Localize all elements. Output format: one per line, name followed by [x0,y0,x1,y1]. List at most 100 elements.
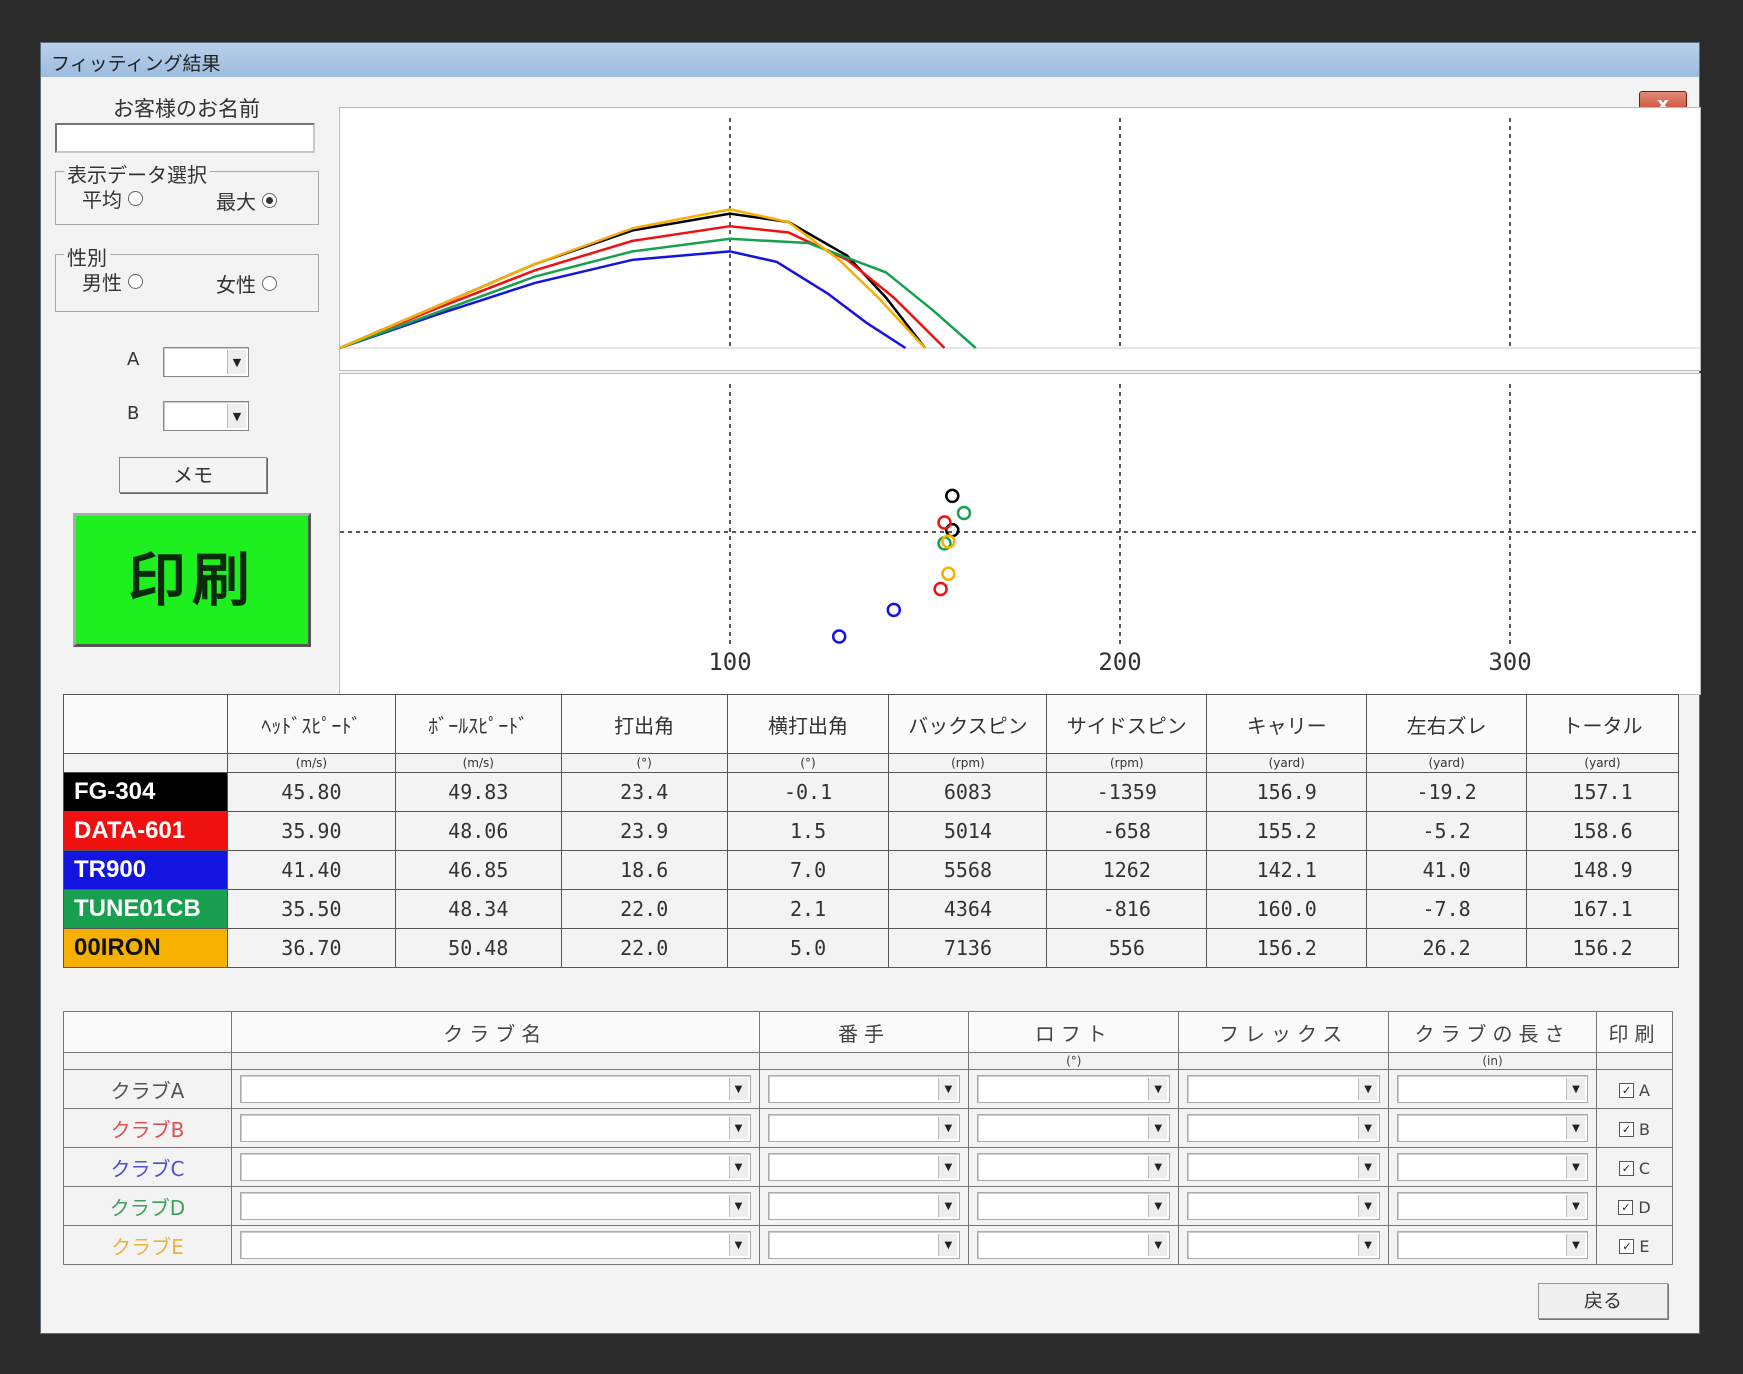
club-select-cell: ▼ [230,1069,760,1109]
radio-average[interactable]: 平均 [82,184,143,213]
club-select[interactable]: ▼ [977,1231,1171,1259]
club-select[interactable]: ▼ [1397,1192,1588,1220]
chevron-down-icon[interactable]: ▼ [1565,1156,1585,1178]
chevron-down-icon[interactable]: ▼ [1148,1078,1168,1100]
print-checkbox[interactable]: ✓ B [1618,1120,1650,1139]
stats-header: ﾎﾞｰﾙｽﾋﾟｰﾄﾞ [394,694,562,754]
stat-cell: -658 [1046,811,1208,851]
club-select[interactable]: ▼ [767,1231,961,1259]
chevron-down-icon[interactable]: ▼ [1358,1078,1378,1100]
radio-average-circle[interactable] [128,191,143,206]
club-select[interactable]: ▼ [1397,1231,1588,1259]
chevron-down-icon[interactable]: ▼ [728,1117,748,1139]
stat-cell: -1359 [1046,772,1208,812]
chevron-down-icon[interactable]: ▼ [938,1078,958,1100]
chevron-down-icon[interactable]: ▼ [728,1234,748,1256]
stats-unit: (°) [560,753,728,773]
stat-cell: 7136 [888,928,1048,968]
clubs-unit-corner [63,1052,232,1070]
print-checkbox[interactable]: ✓ A [1619,1081,1650,1100]
club-select[interactable]: ▼ [239,1153,751,1181]
stat-cell: 18.6 [560,850,728,890]
radio-male-circle[interactable] [128,274,143,289]
chevron-down-icon[interactable]: ▼ [227,350,246,374]
club-select[interactable]: ▼ [977,1153,1171,1181]
print-checkbox[interactable]: ✓ E [1619,1237,1650,1256]
radio-max[interactable]: 最大 [216,186,277,215]
check-icon[interactable]: ✓ [1618,1121,1634,1137]
print-button[interactable]: 印刷 [73,513,311,647]
club-select[interactable]: ▼ [239,1114,751,1142]
customer-name-label: お客様のお名前 [113,97,260,121]
check-icon[interactable]: ✓ [1619,1238,1635,1254]
display-data-group: 表示データ選択 平均 最大 [55,159,319,225]
club-select[interactable]: ▼ [767,1114,961,1142]
radio-male[interactable]: 男性 [82,267,143,296]
title-bar[interactable]: フィッティング結果 [41,43,1699,77]
club-select[interactable]: ▼ [1397,1114,1588,1142]
chevron-down-icon[interactable]: ▼ [1565,1195,1585,1217]
chevron-down-icon[interactable]: ▼ [938,1195,958,1217]
memo-button[interactable]: メモ [119,457,267,493]
clubs-unit [230,1052,760,1070]
print-checkbox[interactable]: ✓ D [1618,1198,1651,1217]
club-select[interactable]: ▼ [1187,1231,1381,1259]
club-select[interactable]: ▼ [1397,1153,1588,1181]
chevron-down-icon[interactable]: ▼ [1565,1234,1585,1256]
radio-female[interactable]: 女性 [216,269,277,298]
window-title: フィッティング結果 [51,53,221,75]
club-select[interactable]: ▼ [1187,1153,1381,1181]
b-select[interactable]: ▼ [163,401,249,431]
customer-name-input[interactable] [55,123,315,153]
club-select-cell: ▼ [1388,1069,1597,1109]
chevron-down-icon[interactable]: ▼ [938,1156,958,1178]
chevron-down-icon[interactable]: ▼ [938,1117,958,1139]
club-select[interactable]: ▼ [767,1075,961,1103]
check-icon[interactable]: ✓ [1619,1082,1634,1098]
club-select[interactable]: ▼ [1187,1114,1381,1142]
chevron-down-icon[interactable]: ▼ [227,404,246,428]
chevron-down-icon[interactable]: ▼ [1565,1117,1585,1139]
chevron-down-icon[interactable]: ▼ [1358,1156,1378,1178]
chevron-down-icon[interactable]: ▼ [938,1234,958,1256]
check-icon[interactable]: ✓ [1618,1160,1634,1176]
check-icon[interactable]: ✓ [1618,1199,1634,1215]
chevron-down-icon[interactable]: ▼ [1148,1195,1168,1217]
chevron-down-icon[interactable]: ▼ [1148,1234,1168,1256]
chevron-down-icon[interactable]: ▼ [728,1078,748,1100]
chevron-down-icon[interactable]: ▼ [1148,1117,1168,1139]
club-select[interactable]: ▼ [977,1075,1171,1103]
stat-cell: 22.0 [560,928,728,968]
chevron-down-icon[interactable]: ▼ [1565,1078,1585,1100]
trajectory-line-FG-304 [339,212,926,350]
club-select[interactable]: ▼ [1187,1075,1381,1103]
club-select[interactable]: ▼ [977,1114,1171,1142]
radio-max-circle[interactable] [262,193,277,208]
club-select[interactable]: ▼ [767,1192,961,1220]
radio-max-label: 最大 [216,190,256,214]
radio-female-circle[interactable] [262,276,277,291]
chevron-down-icon[interactable]: ▼ [1358,1195,1378,1217]
a-select[interactable]: ▼ [163,347,249,377]
chevron-down-icon[interactable]: ▼ [728,1156,748,1178]
stat-cell: 26.2 [1366,928,1528,968]
club-select[interactable]: ▼ [767,1153,961,1181]
stat-cell: 6083 [888,772,1048,812]
club-select[interactable]: ▼ [1397,1075,1588,1103]
club-select[interactable]: ▼ [977,1192,1171,1220]
club-select[interactable]: ▼ [1187,1192,1381,1220]
chevron-down-icon[interactable]: ▼ [728,1195,748,1217]
club-select[interactable]: ▼ [239,1192,751,1220]
chevron-down-icon[interactable]: ▼ [1358,1234,1378,1256]
chevron-down-icon[interactable]: ▼ [1148,1156,1168,1178]
chevron-down-icon[interactable]: ▼ [1358,1117,1378,1139]
back-button[interactable]: 戻る [1538,1283,1668,1319]
stat-cell: 48.34 [394,889,562,929]
club-select[interactable]: ▼ [239,1231,751,1259]
stat-cell: 45.80 [226,772,396,812]
print-checkbox[interactable]: ✓ C [1618,1159,1650,1178]
club-select[interactable]: ▼ [239,1075,751,1103]
club-select-cell: ▼ [1388,1186,1597,1226]
clubs-corner [63,1011,232,1053]
stats-unit-corner [63,753,228,773]
